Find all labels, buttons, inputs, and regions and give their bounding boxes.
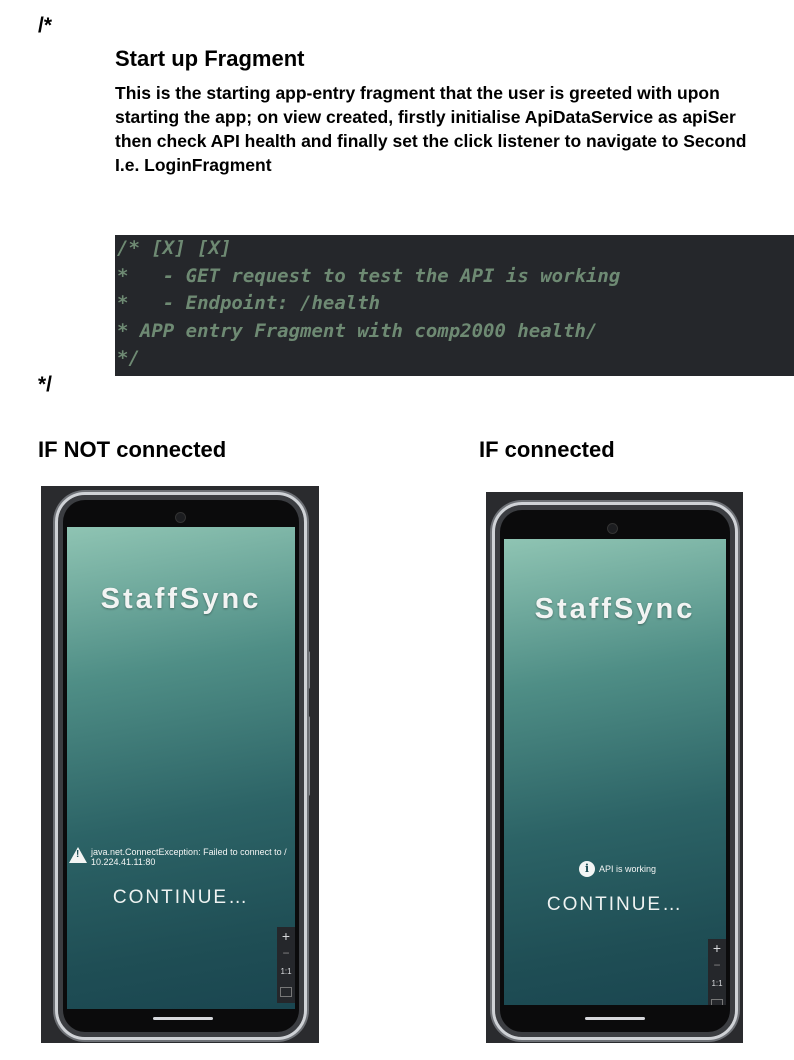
caption-not-connected: IF NOT connected: [38, 437, 227, 462]
api-status-message: i API is working: [579, 861, 656, 877]
code-line: */: [117, 347, 140, 369]
phone-frame: StaffSync i API is working CONTINUE… + −…: [492, 502, 738, 1040]
screenshot-connected: StaffSync i API is working CONTINUE… + −…: [486, 492, 743, 1043]
description-line: I.e. LoginFragment: [115, 155, 272, 175]
zoom-reset-button[interactable]: 1:1: [280, 961, 291, 983]
camera-icon: [175, 512, 186, 523]
code-line: * APP entry Fragment with comp2000 healt…: [117, 319, 598, 342]
error-text-line: 10.224.41.11:80: [91, 857, 156, 867]
code-block: /* [X] [X] * - GET request to test the A…: [115, 235, 794, 376]
home-indicator: [153, 1017, 213, 1020]
warning-icon: [69, 847, 87, 863]
zoom-out-button[interactable]: −: [713, 957, 720, 973]
description-line: then check API health and finally set th…: [115, 131, 747, 151]
camera-icon: [607, 523, 618, 534]
zoom-in-button[interactable]: +: [282, 927, 290, 945]
info-icon: i: [579, 861, 595, 877]
code-line: /* [X] [X]: [117, 237, 232, 259]
comment-close-marker: */: [38, 373, 53, 396]
description-line: starting the app; on view created, first…: [115, 107, 736, 127]
status-text: API is working: [599, 864, 657, 874]
app-screen: StaffSync java.net.ConnectException: Fai…: [67, 527, 295, 1009]
screenshot-icon[interactable]: [280, 987, 292, 997]
app-title: StaffSync: [534, 593, 696, 625]
app-title: StaffSync: [100, 583, 262, 615]
connection-error-message: java.net.ConnectException: Failed to con…: [69, 847, 291, 867]
screenshot-not-connected: StaffSync java.net.ConnectException: Fai…: [41, 486, 319, 1043]
code-line: * - Endpoint: /health: [117, 292, 381, 314]
app-screen: StaffSync i API is working CONTINUE… + −…: [504, 539, 726, 1005]
phone-frame: StaffSync java.net.ConnectException: Fai…: [55, 492, 307, 1040]
continue-button[interactable]: CONTINUE…: [504, 894, 726, 916]
continue-button[interactable]: CONTINUE…: [67, 887, 295, 909]
screenshot-icon[interactable]: [711, 999, 723, 1005]
error-text-line: java.net.ConnectException: Failed to con…: [91, 847, 287, 857]
zoom-reset-button[interactable]: 1:1: [711, 973, 722, 995]
zoom-controls: + − 1:1: [708, 939, 726, 1005]
description-paragraph: This is the starting app-entry fragment …: [115, 81, 794, 177]
zoom-out-button[interactable]: −: [282, 945, 289, 961]
zoom-controls: + − 1:1: [277, 927, 295, 1003]
caption-connected: IF connected: [479, 437, 615, 462]
code-line: * - GET request to test the API is worki…: [117, 264, 621, 287]
description-line: This is the starting app-entry fragment …: [115, 83, 720, 103]
home-indicator: [585, 1017, 645, 1020]
zoom-in-button[interactable]: +: [713, 939, 721, 957]
error-text: java.net.ConnectException: Failed to con…: [91, 847, 287, 867]
comment-open-marker: /*: [38, 14, 53, 37]
section-title: Start up Fragment: [115, 46, 305, 71]
